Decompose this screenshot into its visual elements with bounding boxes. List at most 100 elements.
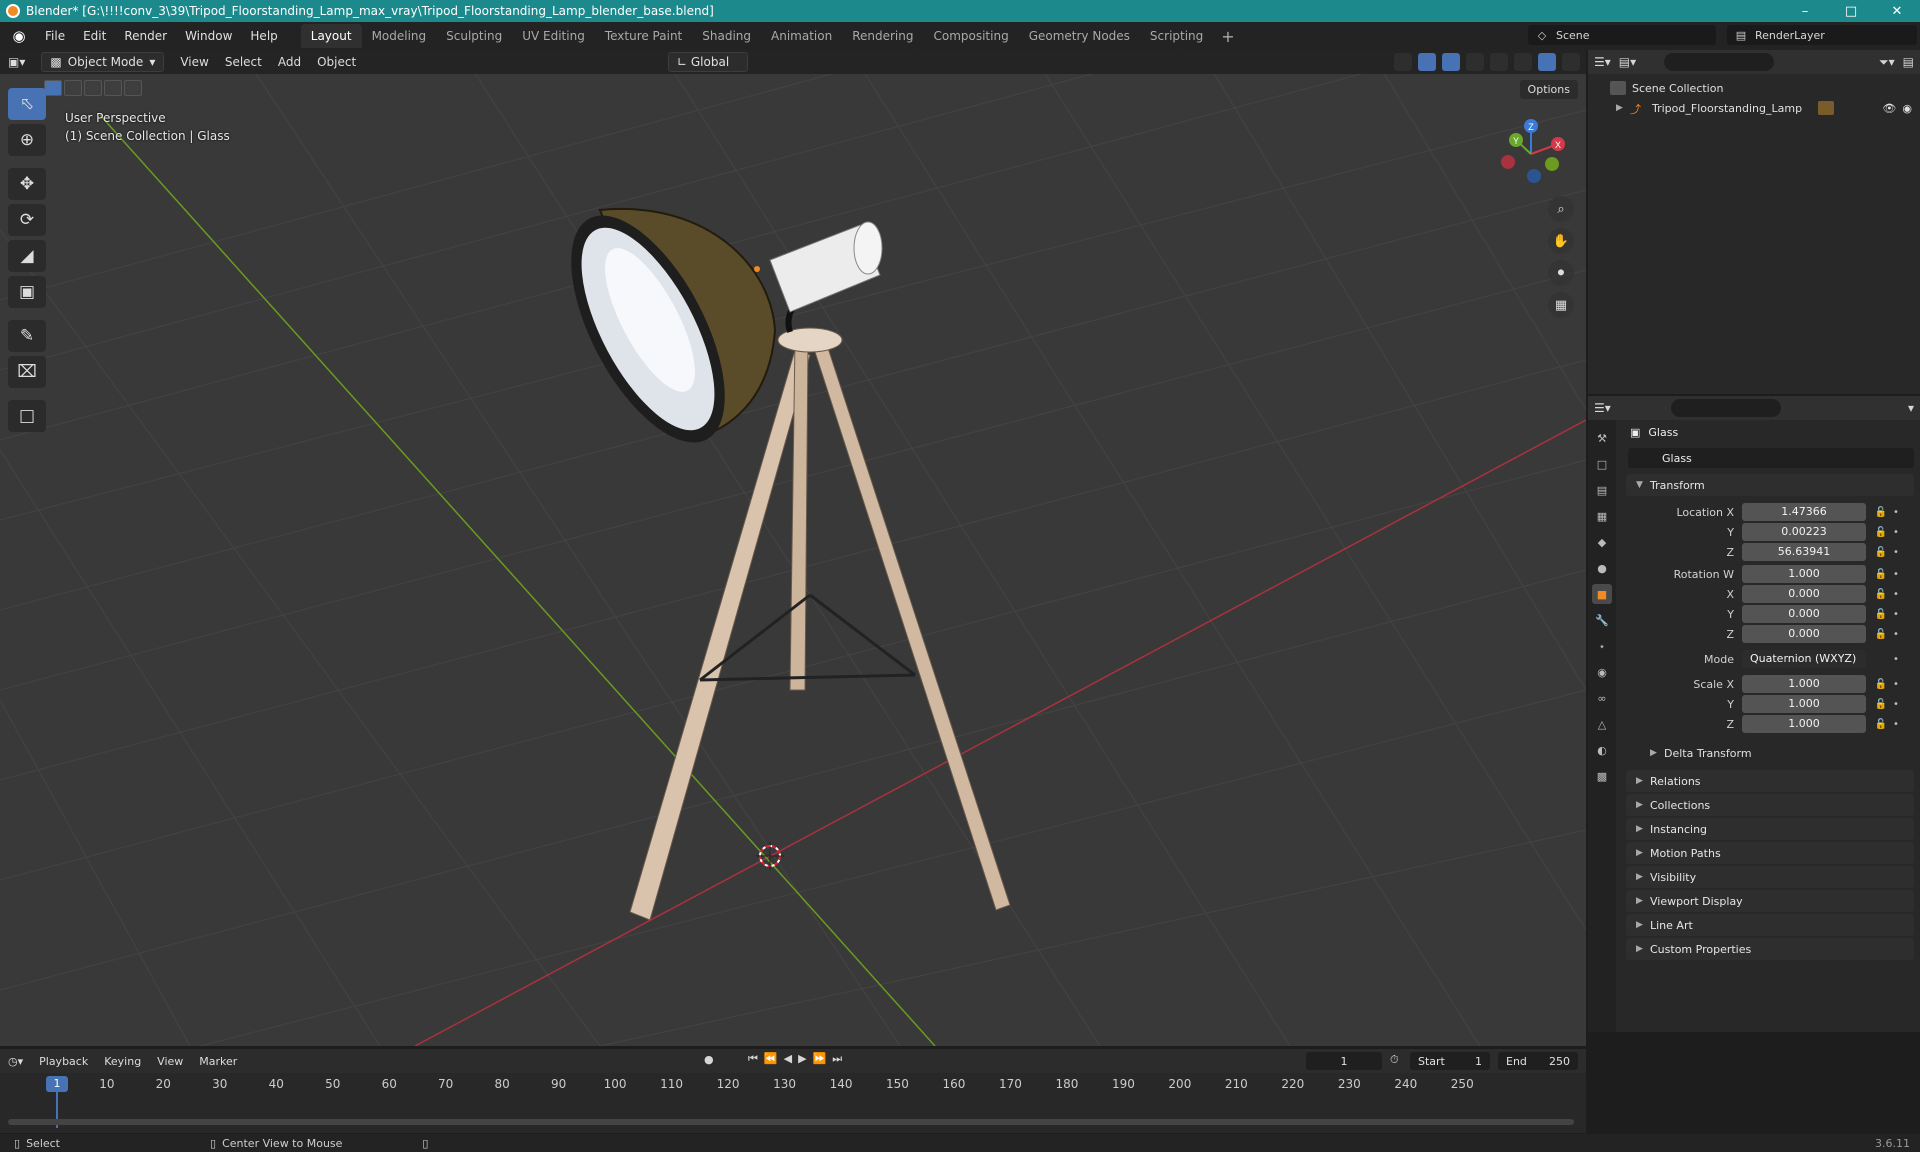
next-keyframe-icon[interactable]: ⏩ (813, 1052, 833, 1065)
scene-tab-icon[interactable]: ◆ (1592, 532, 1612, 552)
scale-x-field[interactable]: 1.000 (1742, 675, 1866, 693)
tab-rendering[interactable]: Rendering (842, 24, 923, 48)
transform-orientation-selector[interactable]: ∟ Global (668, 52, 748, 72)
zoom-icon[interactable]: ⌕ (1548, 196, 1574, 222)
rotation-y-field[interactable]: 0.000 (1742, 605, 1866, 623)
add-workspace-button[interactable]: + (1213, 27, 1242, 46)
transform-panel-header[interactable]: ▼ Transform (1626, 474, 1914, 496)
render-layer-selector[interactable]: ▤ RenderLayer (1727, 25, 1917, 45)
outliner-scene-collection[interactable]: Scene Collection (1588, 78, 1920, 98)
menu-help[interactable]: Help (241, 29, 286, 43)
tab-texture-paint[interactable]: Texture Paint (595, 24, 692, 48)
cursor-tool-icon[interactable]: ⊕ (8, 124, 46, 156)
lock-icon[interactable]: 🔓 (1872, 547, 1890, 558)
playhead[interactable]: 1 (46, 1076, 68, 1092)
navigation-gizmo[interactable]: Z X Y (1486, 114, 1576, 194)
new-collection-icon[interactable]: ▤ (1903, 55, 1914, 69)
lock-icon[interactable]: 🔓 (1872, 527, 1890, 538)
outliner-item[interactable]: ▶ ⤴ Tripod_Floorstanding_Lamp 👁 ◉ (1588, 98, 1920, 118)
timeline-editor-icon[interactable]: ◷▾ (0, 1055, 31, 1068)
keyframe-dot-icon[interactable]: • (1890, 507, 1902, 518)
blender-menu-icon[interactable]: ◉ (8, 25, 30, 47)
keyframe-dot-icon[interactable]: • (1890, 629, 1902, 640)
xray-toggle-icon[interactable] (1466, 53, 1484, 71)
menu-marker[interactable]: Marker (191, 1055, 245, 1068)
scene-selector[interactable]: ◇ Scene (1528, 25, 1716, 45)
rotation-mode-dropdown[interactable]: Quaternion (WXYZ) (1742, 650, 1866, 668)
keyframe-dot-icon[interactable]: • (1890, 527, 1902, 538)
instancing-panel-header[interactable]: ▶ Instancing (1626, 818, 1914, 840)
annotate-tool-icon[interactable]: ✎ (8, 320, 46, 352)
select-box-tool-icon[interactable]: ⬁ (8, 88, 46, 120)
material-shading-icon[interactable] (1538, 53, 1556, 71)
add-cube-tool-icon[interactable]: □ (8, 400, 46, 432)
measure-tool-icon[interactable]: ⌧ (8, 356, 46, 388)
outliner-editor-icon[interactable]: ☰▾ (1594, 55, 1611, 69)
tab-compositing[interactable]: Compositing (923, 24, 1018, 48)
select-invert-icon[interactable] (104, 80, 122, 96)
lock-icon[interactable]: 🔓 (1872, 699, 1890, 710)
select-extend-icon[interactable] (64, 80, 82, 96)
tool-tab-icon[interactable]: ⚒ (1592, 428, 1612, 448)
gizmo-toggle-icon[interactable] (1418, 53, 1436, 71)
particles-tab-icon[interactable]: ⋆ (1592, 636, 1612, 656)
pan-hand-icon[interactable]: ✋ (1548, 228, 1574, 254)
lock-icon[interactable]: 🔓 (1872, 507, 1890, 518)
viewport-display-panel-header[interactable]: ▶ Viewport Display (1626, 890, 1914, 912)
motion-paths-panel-header[interactable]: ▶ Motion Paths (1626, 842, 1914, 864)
keyframe-dot-icon[interactable]: • (1890, 679, 1902, 690)
auto-keying-icon[interactable]: ● (704, 1053, 714, 1066)
editor-type-icon[interactable]: ▣▾ (0, 53, 33, 71)
lock-icon[interactable]: 🔓 (1872, 719, 1890, 730)
3d-cursor-icon[interactable] (756, 842, 784, 870)
camera-view-icon[interactable]: ⚫ (1548, 260, 1574, 286)
tripod-lamp-model[interactable] (540, 192, 1011, 921)
menu-add[interactable]: Add (270, 53, 309, 71)
menu-timeline-view[interactable]: View (149, 1055, 191, 1068)
properties-search-input[interactable] (1670, 399, 1781, 417)
menu-view[interactable]: View (172, 53, 216, 71)
tab-sculpting[interactable]: Sculpting (436, 24, 512, 48)
texture-tab-icon[interactable]: ▩ (1592, 766, 1612, 786)
render-tab-icon[interactable]: □ (1592, 454, 1612, 474)
delta-transform-subpanel[interactable]: ▶ Delta Transform (1626, 742, 1914, 764)
timeline-scrollbar[interactable] (8, 1119, 1574, 1125)
select-intersect-icon[interactable] (124, 80, 142, 96)
frame-ruler[interactable]: 1102030405060708090100110120130140150160… (0, 1075, 1586, 1095)
transform-tool-icon[interactable]: ▣ (8, 276, 46, 308)
lock-icon[interactable]: 🔓 (1872, 569, 1890, 580)
location-x-field[interactable]: 1.47366 (1742, 503, 1866, 521)
visibility-icon[interactable] (1394, 53, 1412, 71)
constraints-tab-icon[interactable]: ∞ (1592, 688, 1612, 708)
filter-icon[interactable]: ⏷▾ (1879, 55, 1895, 70)
maximize-icon[interactable]: □ (1828, 0, 1874, 22)
close-icon[interactable]: ✕ (1874, 0, 1920, 22)
rotation-x-field[interactable]: 0.000 (1742, 585, 1866, 603)
rotation-z-field[interactable]: 0.000 (1742, 625, 1866, 643)
play-reverse-icon[interactable]: ◀ (784, 1052, 798, 1065)
3d-viewport[interactable]: ▣▾ ▩ Object Mode ▾ View Select Add Objec… (0, 50, 1586, 1046)
keyframe-dot-icon[interactable]: • (1890, 609, 1902, 620)
menu-object[interactable]: Object (309, 53, 364, 71)
start-frame-field[interactable]: Start 1 (1410, 1052, 1490, 1070)
lock-icon[interactable]: 🔓 (1872, 679, 1890, 690)
tab-animation[interactable]: Animation (761, 24, 842, 48)
object-mode-selector[interactable]: ▩ Object Mode ▾ (41, 52, 165, 72)
tab-modeling[interactable]: Modeling (362, 24, 437, 48)
material-tab-icon[interactable]: ◐ (1592, 740, 1612, 760)
keyframe-dot-icon[interactable]: • (1890, 719, 1902, 730)
location-z-field[interactable]: 56.63941 (1742, 543, 1866, 561)
menu-keying[interactable]: Keying (96, 1055, 149, 1068)
scale-tool-icon[interactable]: ◢ (8, 240, 46, 272)
location-y-field[interactable]: 0.00223 (1742, 523, 1866, 541)
keyframe-dot-icon[interactable]: • (1890, 699, 1902, 710)
object-name-field[interactable]: Glass (1628, 448, 1914, 468)
tab-geometry-nodes[interactable]: Geometry Nodes (1019, 24, 1140, 48)
solid-shading-icon[interactable] (1514, 53, 1532, 71)
overlay-toggle-icon[interactable] (1442, 53, 1460, 71)
tab-shading[interactable]: Shading (692, 24, 761, 48)
modifier-tab-icon[interactable]: 🔧 (1592, 610, 1612, 630)
tab-layout[interactable]: Layout (300, 24, 362, 48)
jump-end-icon[interactable]: ⏭ (832, 1052, 848, 1065)
eye-visibility-icon[interactable]: 👁 (1882, 102, 1896, 115)
